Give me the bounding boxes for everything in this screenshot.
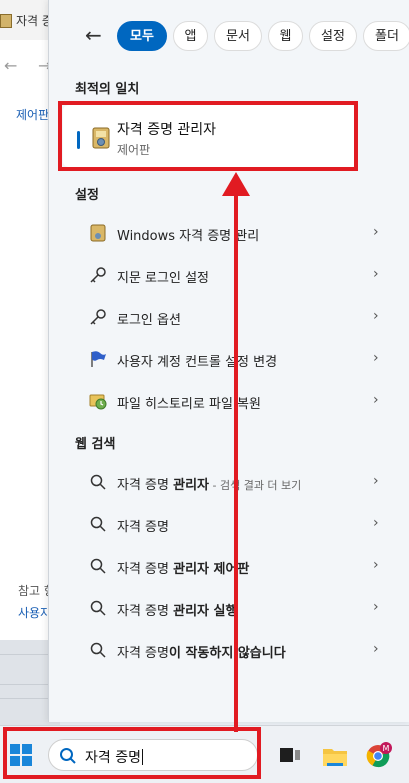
search-icon: [89, 473, 107, 491]
settings-item-label: Windows 자격 증명 관리: [117, 229, 260, 244]
credential-manager-icon: [0, 14, 12, 28]
settings-item-file-history[interactable]: 파일 히스토리로 파일 복원 ›: [63, 382, 393, 420]
web-search-item[interactable]: 자격 증명이 작동하지 않습니다 ›: [63, 631, 393, 669]
filter-apps[interactable]: 앱: [173, 21, 208, 51]
web-search-item[interactable]: 자격 증명 관리자 - 검색 결과 더 보기 ›: [63, 463, 393, 501]
key-icon: [89, 266, 107, 284]
search-icon: [89, 599, 107, 617]
web-search-label: 자격 증명 관리자 - 검색 결과 더 보기: [117, 478, 302, 493]
key-icon: [89, 308, 107, 326]
search-icon: [89, 515, 107, 533]
chevron-right-icon: ›: [373, 557, 379, 573]
web-search-item[interactable]: 자격 증명 ›: [63, 505, 393, 543]
chevron-right-icon: ›: [373, 224, 379, 240]
filter-web[interactable]: 웹: [268, 21, 303, 51]
best-match-heading: 최적의 일치: [75, 82, 140, 97]
text-caret: [141, 749, 143, 765]
user-accounts-link[interactable]: 사용자: [18, 604, 51, 621]
settings-item-fingerprint-signin[interactable]: 지문 로그인 설정 ›: [63, 256, 393, 294]
control-panel-link[interactable]: 제어판: [16, 106, 49, 123]
chevron-right-icon: ›: [373, 350, 379, 366]
web-search-label: 자격 증명이 작동하지 않습니다: [117, 646, 286, 661]
settings-item-label: 지문 로그인 설정: [117, 271, 209, 286]
settings-item-label: 파일 히스토리로 파일 복원: [117, 397, 261, 412]
settings-item-signin-options[interactable]: 로그인 옵션 ›: [63, 298, 393, 336]
filter-folders[interactable]: 폴더: [363, 21, 409, 51]
taskbar: 자격 증명 M: [0, 725, 409, 783]
chrome-icon[interactable]: M: [366, 742, 392, 768]
search-query-text: 자격 증명: [85, 749, 143, 766]
search-icon: [89, 641, 107, 659]
web-search-label: 자격 증명 관리자 실행: [117, 604, 238, 619]
credential-manager-icon: [89, 224, 107, 242]
file-explorer-icon[interactable]: [323, 746, 347, 766]
settings-item-label: 사용자 계정 컨트롤 설정 변경: [117, 355, 278, 370]
filter-all[interactable]: 모두: [117, 21, 167, 51]
web-search-label: 자격 증명: [117, 520, 169, 535]
chevron-right-icon: ›: [373, 515, 379, 531]
chevron-right-icon: ›: [373, 266, 379, 282]
filter-documents[interactable]: 문서: [214, 21, 262, 51]
profile-badge: M: [383, 744, 390, 753]
windows-start-icon[interactable]: [10, 744, 32, 766]
file-history-icon: [89, 392, 107, 410]
uac-flag-icon: [89, 350, 107, 368]
best-match-item[interactable]: 자격 증명 관리자 제어판: [63, 105, 357, 167]
settings-item-uac[interactable]: 사용자 계정 컨트롤 설정 변경 ›: [63, 340, 393, 378]
task-view-icon[interactable]: [280, 746, 300, 764]
settings-item-label: 로그인 옵션: [117, 313, 181, 328]
back-arrow-icon[interactable]: ←: [85, 24, 102, 46]
chevron-right-icon: ›: [373, 473, 379, 489]
search-icon: [89, 557, 107, 575]
search-results-panel: ← 모두 앱 문서 웹 설정 폴더 최적의 일치 자격 증명 관리자 제어판 설…: [48, 0, 409, 722]
selection-accent: [77, 131, 80, 149]
best-match-subtitle: 제어판: [117, 143, 151, 157]
web-search-item[interactable]: 자격 증명 관리자 제어판 ›: [63, 547, 393, 585]
chevron-right-icon: ›: [373, 392, 379, 408]
best-match-title: 자격 증명 관리자: [117, 122, 217, 138]
web-search-item[interactable]: 자격 증명 관리자 실행 ›: [63, 589, 393, 627]
settings-heading: 설정: [75, 188, 99, 203]
chevron-right-icon: ›: [373, 599, 379, 615]
search-icon: [59, 747, 77, 769]
chevron-right-icon: ›: [373, 641, 379, 657]
web-search-label: 자격 증명 관리자 제어판: [117, 562, 250, 577]
filter-settings[interactable]: 설정: [309, 21, 357, 51]
settings-item-windows-credentials[interactable]: Windows 자격 증명 관리 ›: [63, 214, 393, 252]
chevron-right-icon: ›: [373, 308, 379, 324]
web-search-heading: 웹 검색: [75, 437, 116, 452]
back-arrow-icon[interactable]: ←: [4, 56, 17, 75]
taskbar-search-input[interactable]: 자격 증명: [48, 739, 258, 771]
credential-manager-icon: [91, 127, 111, 153]
